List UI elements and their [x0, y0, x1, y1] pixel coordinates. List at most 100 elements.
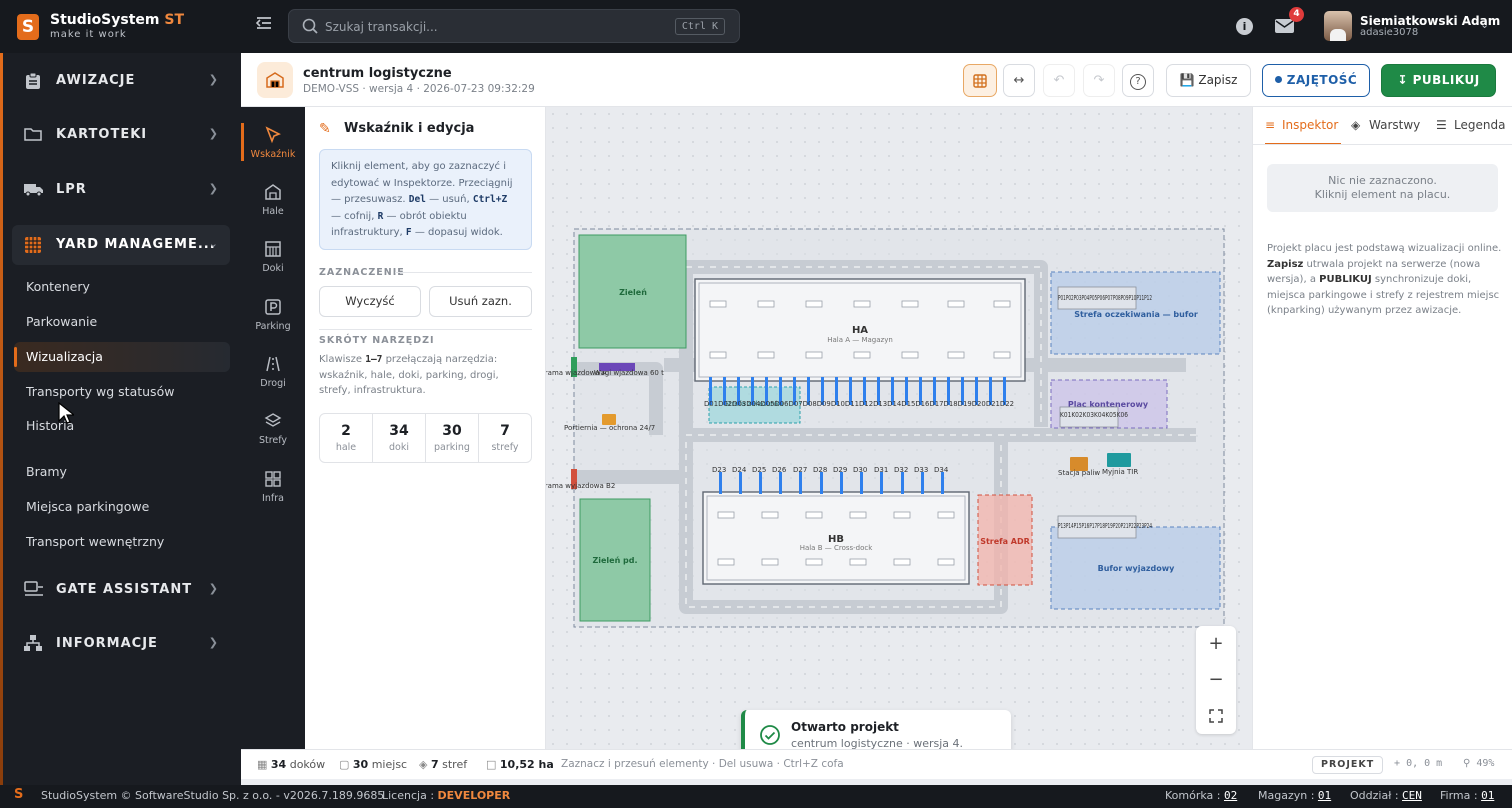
stat-label: doki	[389, 442, 409, 453]
toast-title: Otwarto projekt	[791, 720, 899, 734]
mail-icon[interactable]	[1275, 19, 1294, 33]
search-box[interactable]: Ctrl K	[288, 9, 740, 43]
footer-branch[interactable]: Oddział : CEN	[1350, 789, 1422, 802]
desc-part: Projekt placu jest podstawą wizualizacji…	[1267, 243, 1502, 254]
zoom-out-button[interactable]: −	[1196, 662, 1236, 698]
footer-logo: S	[14, 787, 24, 802]
save-button[interactable]: 💾 Zapisz	[1166, 64, 1251, 97]
tool-label: Hale	[262, 206, 284, 217]
parking-row-1-labels: P01P02P03P04P05P06P07P08P09P10P11P12	[1058, 294, 1152, 302]
yard-canvas[interactable]: Zieleń Zieleń pd. HA Hala A — Magazyn St…	[546, 107, 1252, 749]
status-value: 7	[430, 758, 439, 771]
sidebar-section-gate-assistant[interactable]: GATE ASSISTANT ❯	[12, 570, 230, 610]
sidebar-item-transporty[interactable]: Transporty wg statusów	[14, 377, 230, 407]
footer-company[interactable]: Firma : 01	[1440, 789, 1494, 802]
sidebar-section-yard-management[interactable]: YARD MANAGEME... ⌄	[12, 225, 230, 265]
avatar[interactable]	[1324, 11, 1352, 41]
company-value: 01	[1481, 789, 1495, 802]
shortcuts-text-part: Klawisze	[319, 354, 366, 365]
truck-icon	[24, 181, 43, 199]
sidebar-item-wizualizacja[interactable]: Wizualizacja	[14, 342, 230, 372]
arrows-horizontal-icon: ↔	[1013, 73, 1025, 88]
dot-icon	[1274, 76, 1282, 83]
sitemap-icon	[24, 635, 42, 653]
shortcuts-header: SKRÓTY NARZĘDZI	[319, 335, 435, 346]
status-zones: ◈ 7 stref	[419, 758, 467, 771]
tool-doki[interactable]: Doki	[241, 229, 305, 283]
branch-label: Oddział :	[1350, 789, 1399, 802]
dock-label: D23	[712, 466, 726, 474]
menu-toggle-icon[interactable]	[252, 14, 276, 38]
sidebar-item-parkowanie[interactable]: Parkowanie	[14, 307, 230, 337]
toast-notification[interactable]: Otwarto projekt centrum logistyczne · we…	[741, 710, 1011, 749]
project-meta: DEMO-VSS · wersja 4 · 2026-07-23 09:32:2…	[303, 83, 535, 95]
clipboard-icon	[24, 72, 42, 90]
stat-hale: 2 hale	[320, 414, 373, 462]
stat-value: 2	[341, 423, 351, 439]
publish-button[interactable]: ↧ PUBLIKUJ	[1381, 64, 1496, 97]
divider	[1253, 144, 1512, 145]
status-hint: Zaznacz i przesuń elementy · Del usuwa ·…	[561, 758, 844, 770]
info-icon[interactable]: i	[1236, 18, 1253, 35]
tool-parking[interactable]: Parking	[241, 287, 305, 341]
tool-pointer[interactable]: Wskaźnik	[241, 115, 305, 169]
coords-value: 0, 0 m	[1406, 758, 1443, 769]
fullscreen-button[interactable]	[1196, 698, 1236, 734]
sidebar-item-kontenery[interactable]: Kontenery	[14, 272, 230, 302]
sidebar-item-transport-wewnetrzny[interactable]: Transport wewnętrzny	[14, 527, 230, 557]
hall-ha-label: HA	[852, 325, 868, 336]
gate-exit-label: Brama wyjazdowa B2	[546, 482, 615, 490]
dock-label: D34	[934, 466, 949, 474]
stat-label: strefy	[491, 442, 519, 453]
truck-wash-label: Myjnia TIR	[1102, 468, 1138, 476]
toast-subtitle: centrum logistyczne · wersja 4.	[791, 737, 964, 749]
tool-drogi[interactable]: Drogi	[241, 344, 305, 398]
sidebar-item-historia[interactable]: Historia	[14, 411, 230, 441]
chevron-down-icon[interactable]: ⌄	[1480, 18, 1489, 31]
sidebar-item-miejsca-parkingowe[interactable]: Miejsca parkingowe	[14, 492, 230, 522]
clear-button[interactable]: Wyczyść	[319, 286, 421, 317]
top-bar: S StudioSystem ST make it work Ctrl K i …	[0, 0, 1512, 53]
sidebar-section-awizacje[interactable]: AWIZACJE ❯	[12, 61, 230, 101]
tab-warstwy[interactable]: ◈ Warstwy	[1351, 107, 1431, 145]
sidebar-item-bramy[interactable]: Bramy	[14, 457, 230, 487]
status-bar: ▦ 34 doków ▢ 30 miejsc ◈ 7 stref □ 10,52…	[241, 749, 1512, 779]
layers-icon	[264, 413, 282, 427]
occupancy-button[interactable]: ZAJĘTOŚĆ	[1262, 64, 1370, 97]
gate-icon	[24, 581, 43, 599]
tab-inspektor[interactable]: ≡ Inspektor	[1265, 107, 1341, 145]
help-icon: ?	[1130, 74, 1146, 90]
app-name-main: StudioSystem	[50, 12, 160, 28]
folder-icon	[24, 126, 42, 144]
tool-infra[interactable]: Infra	[241, 459, 305, 513]
warehouse-icon	[257, 62, 293, 98]
footer-warehouse[interactable]: Magazyn : 01	[1258, 789, 1331, 802]
tool-hale[interactable]: Hale	[241, 172, 305, 226]
fit-width-button[interactable]: ↔	[1003, 64, 1035, 97]
sidebar-section-informacje[interactable]: INFORMACJE ❯	[12, 624, 230, 664]
desc-bold: PUBLIKUJ	[1319, 274, 1372, 285]
sidebar-section-lpr[interactable]: LPR ❯	[12, 170, 230, 210]
search-input[interactable]	[325, 16, 655, 38]
truck-wash-marker[interactable]	[1107, 453, 1131, 467]
deselect-button[interactable]: Usuń zazn.	[429, 286, 532, 317]
sidebar-section-label: AWIZACJE	[56, 73, 136, 88]
status-coords: + 0, 0 m	[1394, 758, 1442, 769]
tool-strefy[interactable]: Strefy	[241, 401, 305, 455]
grid-toggle-button[interactable]	[963, 64, 997, 97]
zoom-in-button[interactable]: +	[1196, 626, 1236, 662]
tool-rail: Wskaźnik Hale Doki Parking Drogi Strefy …	[241, 107, 305, 749]
yard-map[interactable]: Zieleń Zieleń pd. HA Hala A — Magazyn St…	[546, 107, 1252, 749]
search-shortcut: Ctrl K	[674, 18, 725, 35]
footer-cell[interactable]: Komórka : 02	[1165, 789, 1237, 802]
status-label: stref	[442, 758, 468, 771]
container-labels: K01K02K03K04K05K06	[1060, 411, 1128, 419]
help-button[interactable]: ?	[1122, 64, 1154, 97]
sidebar-section-kartoteki[interactable]: KARTOTEKI ❯	[12, 115, 230, 155]
redo-button[interactable]: ↷	[1083, 64, 1115, 97]
undo-button[interactable]: ↶	[1043, 64, 1075, 97]
app-logo[interactable]: S StudioSystem ST make it work	[17, 12, 247, 42]
tab-legenda[interactable]: ☰ Legenda	[1436, 107, 1512, 145]
save-icon: 💾	[1179, 73, 1195, 87]
dock-label: D31	[874, 466, 888, 474]
